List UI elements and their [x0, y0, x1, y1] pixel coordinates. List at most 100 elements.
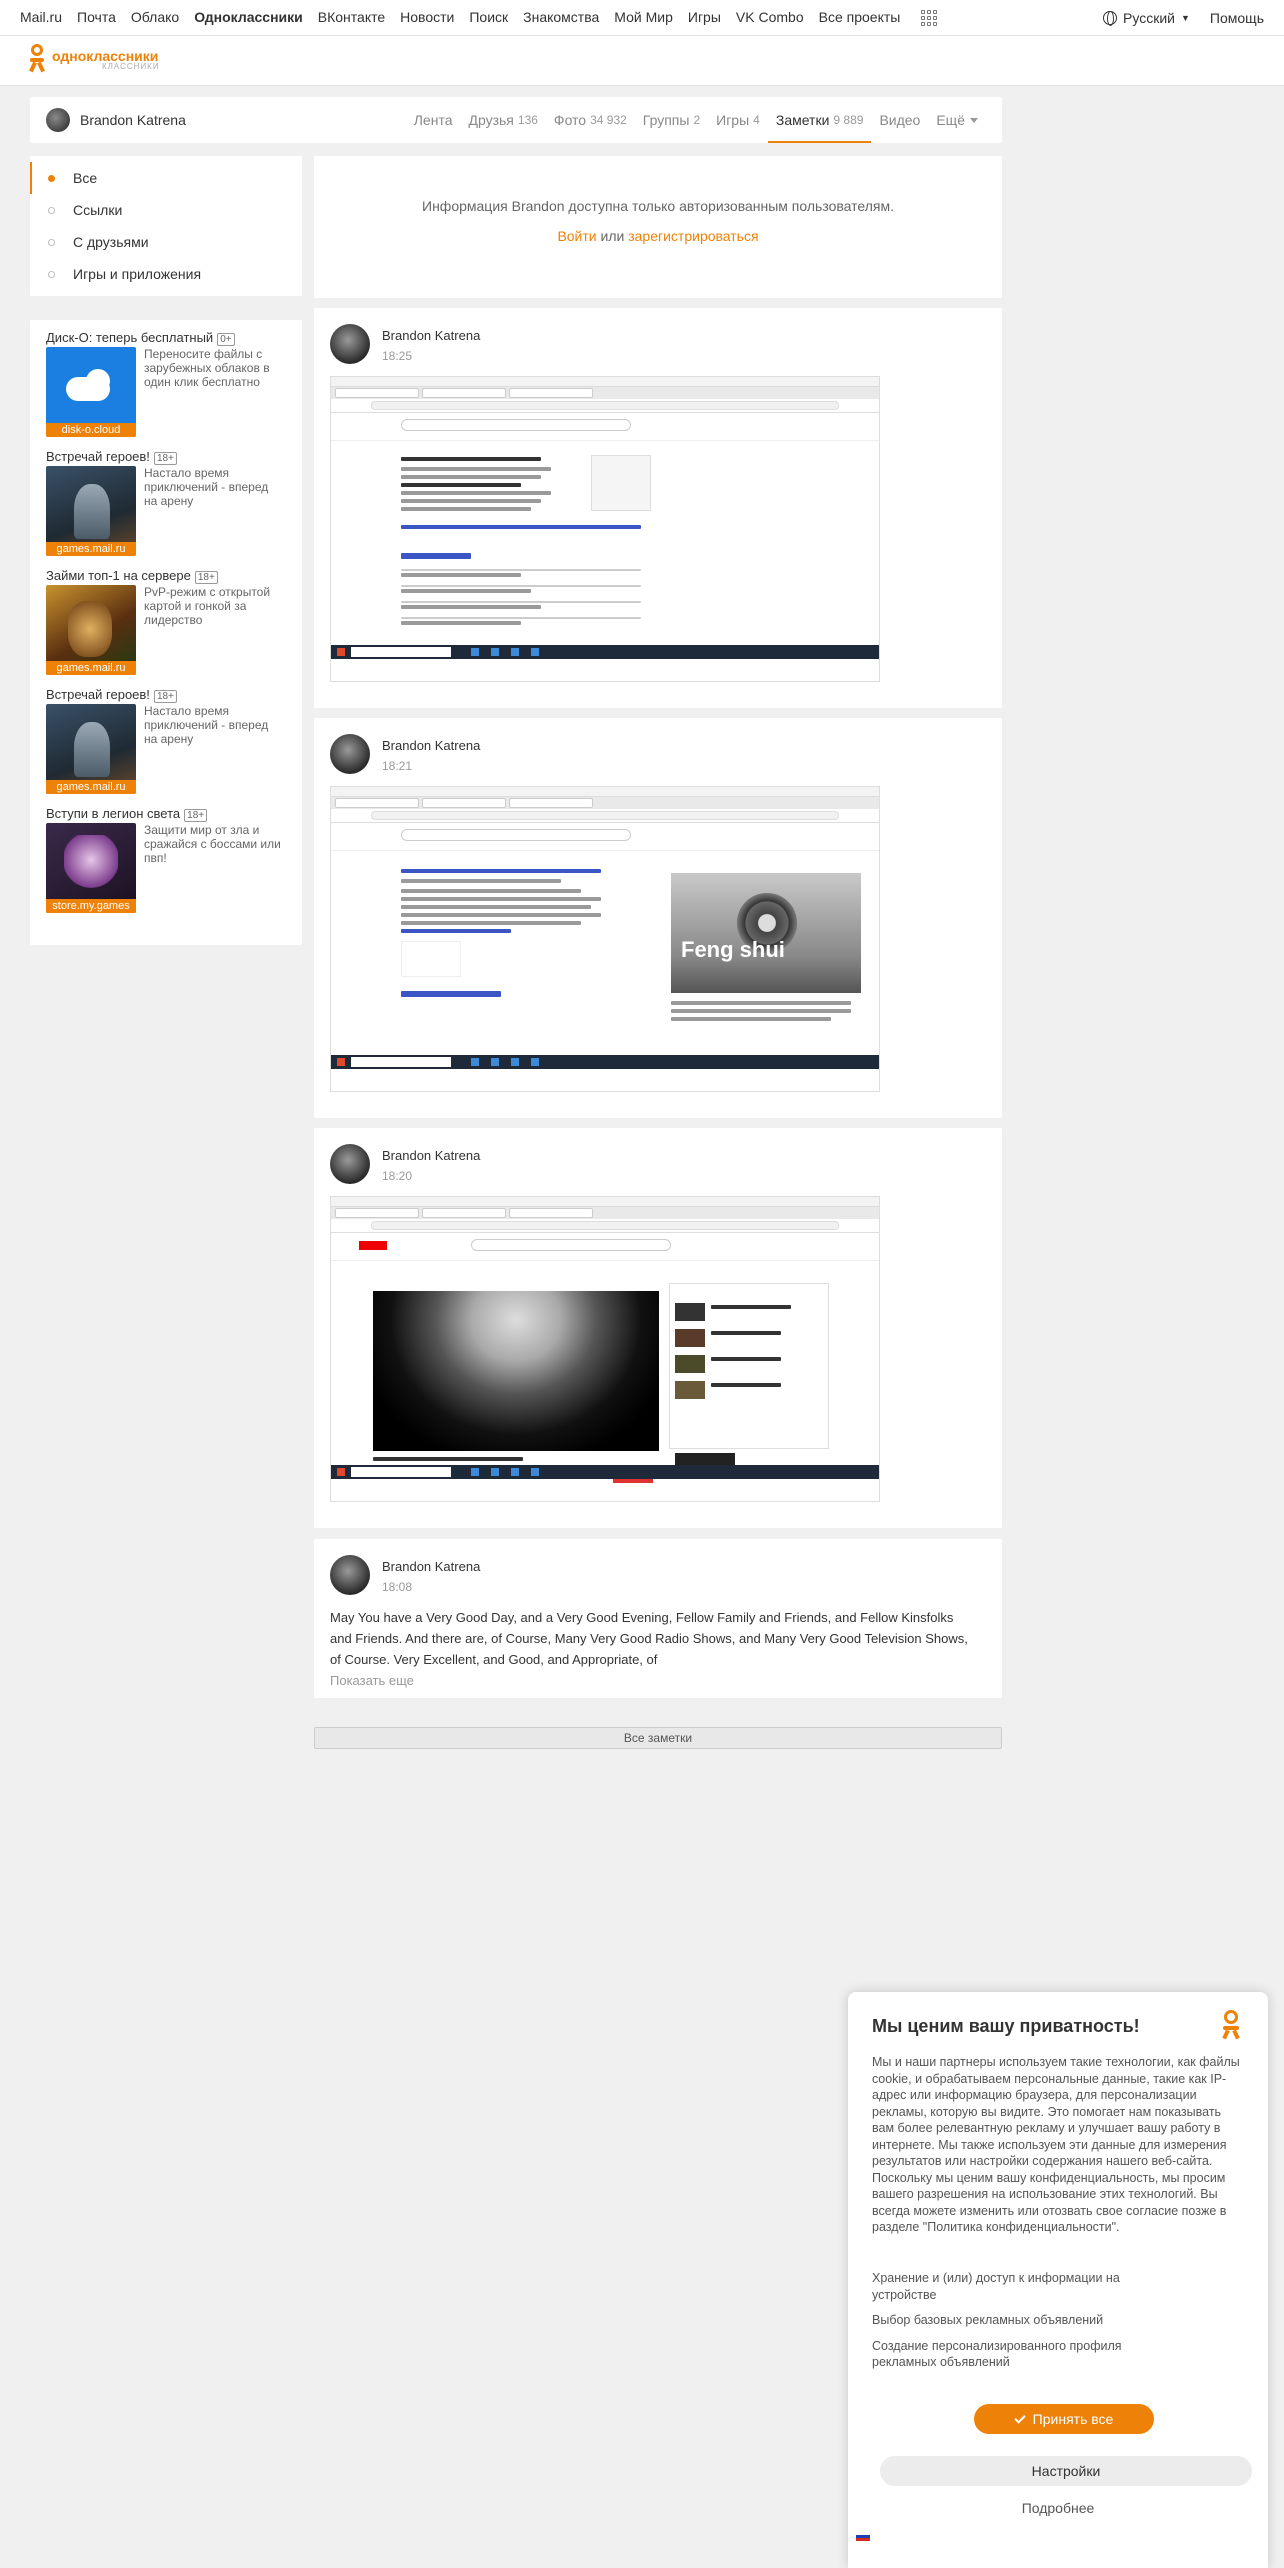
note-post: Brandon Katrena 18:20 — [314, 1128, 1002, 1528]
post-screenshot-image[interactable] — [330, 1196, 880, 1502]
logo-sub: КЛАССНИКИ — [102, 62, 160, 71]
tab-count: 4 — [753, 113, 760, 127]
portal-bar: Mail.ru Почта Облако Одноклассники ВКонт… — [0, 0, 1284, 36]
help-link[interactable]: Помощь — [1210, 10, 1264, 26]
menu-item-with-friends[interactable]: С друзьями — [30, 226, 302, 258]
chevron-down-icon — [970, 117, 978, 123]
avatar[interactable] — [330, 1144, 370, 1184]
privacy-purposes: Хранение и (или) доступ к информации на … — [872, 2270, 1172, 2380]
show-more-link[interactable]: Показать еще — [330, 1673, 414, 1688]
avatar[interactable] — [46, 108, 70, 132]
portal-link-vk[interactable]: ВКонтакте — [318, 9, 385, 26]
settings-button[interactable]: Настройки — [880, 2456, 1252, 2486]
ad-title: Диск-О: теперь бесплатный — [46, 330, 214, 345]
menu-item-links[interactable]: Ссылки — [30, 194, 302, 226]
avatar[interactable] — [330, 1555, 370, 1595]
ad-item[interactable]: Диск-О: теперь бесплатный 0+ disk-o.cloud… — [46, 330, 286, 449]
post-author[interactable]: Brandon Katrena — [382, 1559, 480, 1574]
profile-name[interactable]: Brandon Katrena — [80, 112, 186, 128]
post-text: May You have a Very Good Day, and a Very… — [330, 1610, 968, 1667]
ad-image[interactable]: games.mail.ru — [46, 704, 136, 794]
privacy-purpose-item: Выбор базовых рекламных объявлений — [872, 2313, 1104, 2327]
ad-item[interactable]: Займи топ-1 на сервере 18+ games.mail.ru … — [46, 568, 286, 687]
register-link[interactable]: зарегистрироваться — [628, 228, 758, 244]
avatar[interactable] — [330, 324, 370, 364]
portal-link-mailru[interactable]: Mail.ru — [20, 9, 62, 26]
post-screenshot-image[interactable]: Feng shui — [330, 786, 880, 1092]
ad-title: Займи топ-1 на сервере — [46, 568, 191, 583]
more-info-link[interactable]: Подробнее — [848, 2500, 1268, 2516]
portal-link-news[interactable]: Новости — [400, 9, 454, 26]
post-author[interactable]: Brandon Katrena — [382, 328, 480, 343]
tab-friends[interactable]: Друзья 136 — [460, 97, 545, 143]
post-time: 18:21 — [382, 759, 413, 773]
post-author[interactable]: Brandon Katrena — [382, 1148, 480, 1163]
all-notes-button[interactable]: Все заметки — [314, 1727, 1002, 1749]
tab-count: 2 — [693, 113, 701, 127]
tab-photos[interactable]: Фото 34 932 — [546, 97, 635, 143]
ad-source: games.mail.ru — [46, 780, 136, 794]
ad-image[interactable]: games.mail.ru — [46, 585, 136, 675]
ad-item[interactable]: Вступи в легион света 18+ store.my.games … — [46, 806, 286, 925]
menu-item-all[interactable]: Все — [30, 162, 302, 194]
post-author[interactable]: Brandon Katrena — [382, 738, 480, 753]
tab-count: 136 — [517, 113, 538, 127]
tab-label: Игры — [716, 112, 750, 128]
tab-more[interactable]: Ещё — [928, 97, 986, 143]
ad-source: games.mail.ru — [46, 542, 136, 556]
tab-label: Лента — [413, 112, 453, 128]
ok-logo-icon — [1222, 2010, 1240, 2040]
tab-feed[interactable]: Лента — [406, 97, 461, 143]
site-header: одноклассники КЛАССНИКИ — [0, 36, 1284, 86]
portal-link-ok[interactable]: Одноклассники — [194, 9, 303, 26]
ad-description: Защити мир от зла и сражайся с боссами и… — [144, 823, 281, 865]
privacy-purpose-item: Хранение и (или) доступ к информации на … — [872, 2271, 1120, 2302]
post-time: 18:20 — [382, 1169, 413, 1183]
menu-item-games-apps[interactable]: Игры и приложения — [30, 258, 302, 290]
age-badge: 18+ — [153, 690, 177, 703]
portal-link-dating[interactable]: Знакомства — [523, 9, 599, 26]
portal-link-all-projects[interactable]: Все проекты — [818, 8, 953, 27]
login-link[interactable]: Войти — [557, 228, 596, 244]
tab-video[interactable]: Видео — [871, 97, 928, 143]
auth-notice-text: Информация Brandon доступна только автор… — [422, 198, 894, 214]
ad-source: store.my.games — [46, 899, 136, 913]
tab-count: 9 889 — [833, 113, 864, 127]
ad-item[interactable]: Встречай героев! 18+ games.mail.ru Настал… — [46, 449, 286, 568]
menu-label: Игры и приложения — [73, 266, 202, 282]
ad-image[interactable]: games.mail.ru — [46, 466, 136, 556]
ad-source: games.mail.ru — [46, 661, 136, 675]
notes-filter-menu: Все Ссылки С друзьями Игры и приложения — [30, 156, 302, 296]
portal-link-vkcombo[interactable]: VK Combo — [736, 9, 804, 26]
tab-label: Ещё — [936, 112, 965, 128]
tab-notes[interactable]: Заметки 9 889 — [767, 97, 872, 143]
ad-item[interactable]: Встречай героев! 18+ games.mail.ru Настал… — [46, 687, 286, 806]
age-badge: 18+ — [153, 452, 177, 465]
globe-icon — [1103, 10, 1118, 26]
post-screenshot-image[interactable] — [330, 376, 880, 682]
tab-label: Заметки — [775, 112, 830, 128]
accept-all-button[interactable]: Принять все — [974, 2404, 1154, 2434]
ad-description: Настало время приключений - вперед на ар… — [144, 466, 269, 508]
note-post: Brandon Katrena 18:25 — [314, 308, 1002, 708]
ad-title: Встречай героев! — [46, 687, 150, 702]
portal-link-games[interactable]: Игры — [688, 9, 721, 26]
portal-link-cloud[interactable]: Облако — [131, 9, 179, 26]
portal-link-mail[interactable]: Почта — [77, 9, 116, 26]
ok-logo[interactable]: одноклассники КЛАССНИКИ — [28, 44, 160, 74]
or-text: или — [600, 228, 625, 244]
ad-image[interactable]: store.my.games — [46, 823, 136, 913]
portal-link-myworld[interactable]: Мой Мир — [614, 9, 673, 26]
tab-groups[interactable]: Группы 2 — [635, 97, 708, 143]
ad-description: PvP-режим с открытой картой и гонкой за … — [144, 585, 271, 627]
age-badge: 0+ — [217, 333, 235, 346]
menu-label: Ссылки — [73, 202, 123, 218]
all-projects-label: Все проекты — [818, 8, 901, 25]
avatar[interactable] — [330, 734, 370, 774]
ad-image[interactable]: disk-o.cloud — [46, 347, 136, 437]
bullet-icon — [48, 174, 55, 182]
portal-link-search[interactable]: Поиск — [469, 9, 508, 26]
tab-games[interactable]: Игры 4 — [708, 97, 768, 143]
profile-bar: Brandon Katrena Лента Друзья 136 Фото 34 9… — [30, 97, 1002, 143]
language-selector[interactable]: Русский ▼ — [1103, 10, 1190, 26]
